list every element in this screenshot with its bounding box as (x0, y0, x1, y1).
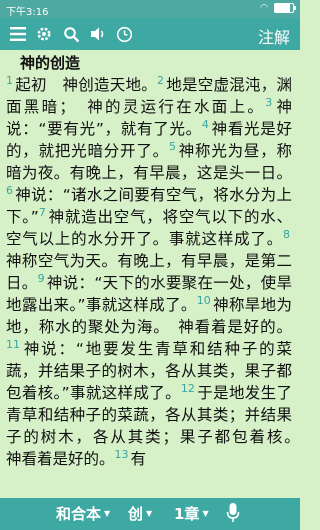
verse-number: 10 (196, 293, 211, 307)
verse-number: 1 (6, 73, 13, 87)
search-icon[interactable] (61, 24, 81, 44)
verse-text-span: 神就造出空气，将空气以下的水、空气以上的水分开了。事就这样成了。 (6, 208, 292, 248)
verse-number: 3 (265, 95, 273, 109)
bible-content: 神的创造 1 起初 神创造天地。2 地是空虚混沌，渊面黑暗； 神的灵运行在水面上。3… (0, 50, 300, 498)
verse-number: 12 (180, 381, 195, 395)
version-selector[interactable]: 和合本 ▼ (56, 503, 110, 524)
verse-number: 7 (38, 205, 46, 219)
battery-icon (274, 3, 296, 13)
microphone-icon[interactable] (226, 502, 240, 528)
book-selector[interactable]: 创 ▼ (128, 503, 152, 524)
verse-text-span: 有 (130, 450, 147, 468)
verse-number: 8 (283, 227, 290, 241)
verse-number: 11 (6, 337, 20, 351)
verse-number: 13 (114, 447, 129, 461)
status-time: 下午3:16 (6, 7, 49, 18)
chapter-selector[interactable]: 1章 ▼ (174, 503, 209, 524)
verse-text-span: 起初 神创造天地。 (15, 76, 157, 94)
menu-icon[interactable] (8, 24, 28, 44)
status-bar: 下午3:16 ◠ (0, 0, 300, 18)
bottom-bar: 和合本 ▼ 创 ▼ 1章 ▼ (0, 498, 300, 530)
verse-number: 2 (156, 73, 164, 87)
verse-number: 5 (168, 139, 176, 153)
speaker-icon[interactable] (88, 24, 108, 44)
top-toolbar: 注解 (0, 18, 300, 50)
verse-number: 9 (37, 271, 45, 285)
chevron-down-icon: ▼ (104, 509, 111, 518)
clock-icon[interactable] (114, 24, 134, 44)
book-label: 创 (128, 505, 144, 523)
status-icons: ◠ (260, 3, 296, 13)
verse-text: 1 起初 神创造天地。2 地是空虚混沌，渊面黑暗； 神的灵运行在水面上。3 神说：“要… (0, 74, 300, 470)
chapter-label: 1章 (174, 505, 200, 523)
wifi-icon: ◠ (260, 3, 268, 13)
verse-number: 6 (6, 183, 13, 197)
chevron-down-icon: ▼ (202, 509, 209, 518)
version-label: 和合本 (56, 505, 102, 523)
annotation-button[interactable]: 注解 (258, 24, 290, 48)
verse-number: 4 (201, 117, 209, 131)
gear-icon[interactable] (34, 24, 54, 44)
chapter-title: 神的创造 (20, 54, 81, 72)
chevron-down-icon: ▼ (146, 509, 153, 518)
